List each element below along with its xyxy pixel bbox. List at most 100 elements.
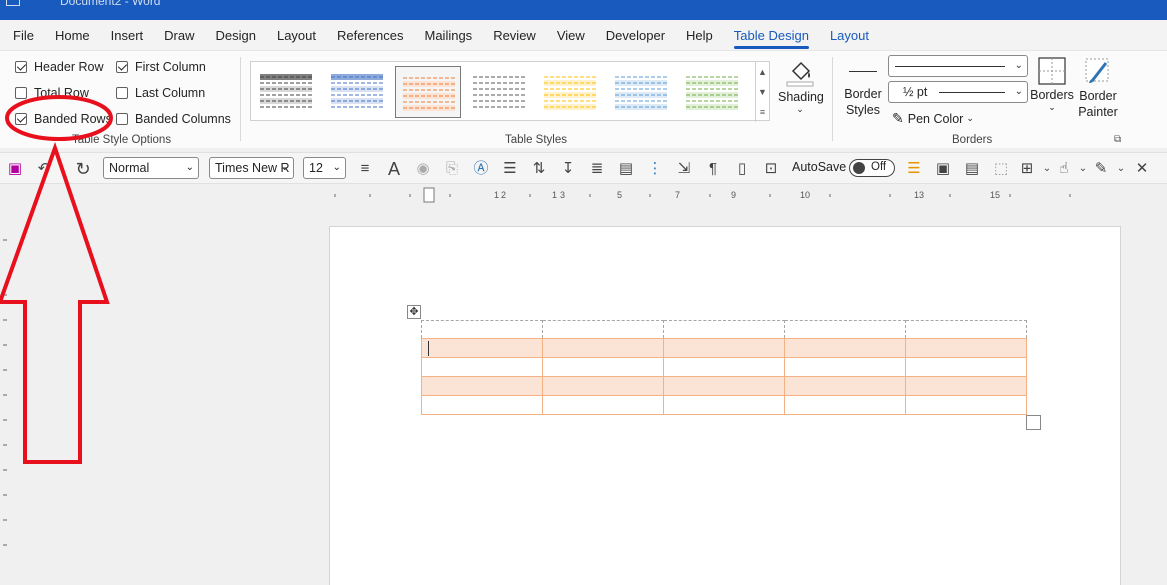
tab-draw[interactable]: Draw xyxy=(164,28,194,43)
pen-color-button[interactable]: ✎ Pen Color ⌄ xyxy=(892,110,974,127)
tab-table-design[interactable]: Table Design xyxy=(733,28,810,49)
table-style-green[interactable] xyxy=(679,66,745,118)
table-cell[interactable] xyxy=(905,357,1027,377)
export-icon[interactable]: ⇲ xyxy=(675,160,693,178)
table-style-grid-dark[interactable] xyxy=(253,66,319,118)
tab-file[interactable]: File xyxy=(13,28,34,43)
font-size-select[interactable]: 12 ⌄ xyxy=(303,157,346,179)
list-icon[interactable]: ⋮ xyxy=(646,160,664,178)
tab-help[interactable]: Help xyxy=(686,28,713,43)
border-painter-button[interactable]: Border Painter xyxy=(1076,57,1120,120)
save-icon[interactable]: ▣ xyxy=(6,160,24,178)
tab-developer[interactable]: Developer xyxy=(606,28,665,43)
header-row-checkbox[interactable]: Header Row xyxy=(15,60,103,74)
tab-insert[interactable]: Insert xyxy=(111,28,144,43)
table-resize-handle[interactable] xyxy=(1026,415,1041,430)
table-style-gray[interactable] xyxy=(466,66,532,118)
shading-button[interactable]: Shading ⌄ xyxy=(778,57,824,115)
tab-review[interactable]: Review xyxy=(493,28,536,43)
tab-view[interactable]: View xyxy=(557,28,585,43)
gallery-more-icon[interactable]: ≡ xyxy=(760,107,765,117)
first-column-checkbox[interactable]: First Column xyxy=(116,60,206,74)
banded-rows-checkbox[interactable]: Banded Rows xyxy=(15,112,112,126)
border-styles-button[interactable]: Border Styles xyxy=(840,65,886,118)
document-icon[interactable]: ▤ xyxy=(617,160,635,178)
table-cell[interactable] xyxy=(421,395,543,415)
style-select[interactable]: Normal ⌄ xyxy=(103,157,199,179)
pilcrow-icon[interactable]: ¶ xyxy=(704,160,722,178)
table-cell[interactable] xyxy=(663,395,785,415)
image-icon[interactable]: ⊡ xyxy=(762,160,780,178)
table-cell[interactable] xyxy=(421,338,543,358)
table-cell[interactable] xyxy=(784,376,906,396)
table-style-blue[interactable] xyxy=(324,66,390,118)
borders-button[interactable]: Borders ⌄ xyxy=(1030,57,1074,113)
table-cell[interactable] xyxy=(421,376,543,396)
chevron-down-icon[interactable]: ▼ xyxy=(758,87,767,97)
align-icon[interactable]: ≣ xyxy=(588,160,606,178)
table-cell[interactable] xyxy=(784,338,906,358)
stack-icon[interactable]: ☰ xyxy=(905,160,923,178)
table-cell[interactable] xyxy=(542,376,664,396)
table-style-gold[interactable] xyxy=(537,66,603,118)
tab-layout[interactable]: Layout xyxy=(277,28,316,43)
table-cell[interactable] xyxy=(663,357,785,377)
touch-icon[interactable]: ☝ xyxy=(1055,160,1073,178)
table-cell[interactable] xyxy=(663,376,785,396)
table-cell[interactable] xyxy=(905,376,1027,396)
vertical-ruler[interactable] xyxy=(0,205,12,585)
paragraph-icon[interactable]: ≡ xyxy=(356,160,374,178)
tab-references[interactable]: References xyxy=(337,28,403,43)
chevron-down-icon[interactable]: ⌄ xyxy=(1038,160,1056,178)
chevron-up-icon[interactable]: ▲ xyxy=(758,67,767,77)
sort-icon[interactable]: ⇅ xyxy=(530,160,548,178)
tab-home[interactable]: Home xyxy=(55,28,90,43)
bullet-list-icon[interactable]: ☰ xyxy=(501,160,519,178)
new-page-icon[interactable]: ▯ xyxy=(733,160,751,178)
document-table[interactable] xyxy=(421,320,1027,415)
banded-columns-checkbox[interactable]: Banded Columns xyxy=(116,112,231,126)
close-icon[interactable]: ✕ xyxy=(1133,160,1151,178)
table-cell[interactable] xyxy=(784,395,906,415)
highlight-icon[interactable]: ✎ xyxy=(1092,160,1110,178)
circle-icon[interactable]: ◉ xyxy=(414,160,432,178)
font-color-icon[interactable]: A xyxy=(385,160,403,178)
line-style-dropdown[interactable]: ⌄ xyxy=(888,55,1028,77)
table-cell[interactable] xyxy=(784,320,906,339)
font-select[interactable]: Times New R ⌄ xyxy=(209,157,294,179)
autosave-toggle[interactable]: Off xyxy=(849,159,895,177)
dialog-launcher-icon[interactable]: ⧉ xyxy=(1114,134,1121,145)
chevron-down-icon[interactable]: ⌄ xyxy=(1112,160,1130,178)
table-cell[interactable] xyxy=(542,320,664,339)
table-cell[interactable] xyxy=(663,338,785,358)
last-column-checkbox[interactable]: Last Column xyxy=(116,86,205,100)
horizontal-ruler[interactable]: 1 1 2 3 5 7 9 10 13 15 xyxy=(330,186,1120,204)
table-cell[interactable] xyxy=(542,357,664,377)
gallery-scroll[interactable]: ▲ ▼ ≡ xyxy=(755,62,769,122)
select-icon[interactable]: ⬚ xyxy=(992,160,1010,178)
table-cell[interactable] xyxy=(542,338,664,358)
clipboard-icon[interactable]: ▣ xyxy=(934,160,952,178)
table-cell[interactable] xyxy=(421,320,543,339)
table-cell[interactable] xyxy=(784,357,906,377)
table-cell[interactable] xyxy=(905,320,1027,339)
table-cell[interactable] xyxy=(542,395,664,415)
table-cell[interactable] xyxy=(663,320,785,339)
table-move-handle-icon[interactable]: ✥ xyxy=(407,305,421,319)
textbox-icon[interactable]: Ⓐ xyxy=(472,160,490,178)
table-cell[interactable] xyxy=(905,395,1027,415)
chevron-down-icon[interactable]: ⌄ xyxy=(1074,160,1092,178)
page-icon[interactable]: ▤ xyxy=(963,160,981,178)
redo-icon[interactable]: ↻ xyxy=(74,160,92,178)
tab-table-layout[interactable]: Layout xyxy=(830,28,869,43)
table-cell[interactable] xyxy=(421,357,543,377)
table-style-orange-selected[interactable] xyxy=(395,66,461,118)
table-icon[interactable]: ⊞ xyxy=(1018,160,1036,178)
undo-icon[interactable]: ↶ xyxy=(35,160,53,178)
format-painter-icon[interactable]: ⎘ xyxy=(443,160,461,178)
table-cell[interactable] xyxy=(905,338,1027,358)
sort-az-icon[interactable]: ↧ xyxy=(559,160,577,178)
total-row-checkbox[interactable]: Total Row xyxy=(15,86,89,100)
tab-mailings[interactable]: Mailings xyxy=(425,28,473,43)
table-style-light-blue[interactable] xyxy=(608,66,674,118)
